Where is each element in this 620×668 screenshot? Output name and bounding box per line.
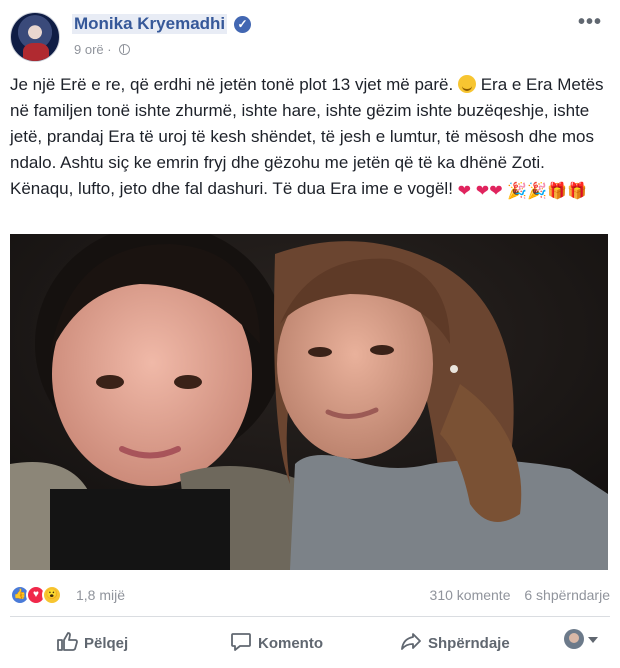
post-text: Je një Erë e re, që erdhi në jetën tonë … xyxy=(10,72,608,202)
gift-emoji-icon: 🎁 xyxy=(547,183,568,200)
heart-emoji-icon: ❤ xyxy=(475,183,490,200)
divider xyxy=(10,616,610,617)
post-meta: 9 orë · xyxy=(74,42,131,57)
like-button-label: Pëlqej xyxy=(84,635,129,652)
audience-selector[interactable] xyxy=(564,628,598,652)
comment-count[interactable]: 310 komente xyxy=(430,587,511,603)
like-button[interactable]: Pëlqej xyxy=(56,630,128,654)
facebook-post: Monika Kryemadhi ✓ 9 orë · ••• Je një Er… xyxy=(0,0,620,668)
comment-icon xyxy=(231,633,251,651)
post-photo[interactable] xyxy=(10,234,608,570)
party-popper-emoji-icon: 🎉 xyxy=(527,183,548,200)
post-text-part1: Je një Erë e re, që erdhi në jetën tonë … xyxy=(10,75,454,94)
share-icon xyxy=(401,633,421,650)
share-button-label: Shpërndaje xyxy=(428,635,510,652)
verified-icon: ✓ xyxy=(234,16,251,33)
reaction-icons[interactable]: 👍 ♥ 😮 xyxy=(10,584,72,606)
wow-reaction-icon: 😮 xyxy=(42,585,62,605)
author-name[interactable]: Monika Kryemadhi xyxy=(72,14,228,34)
viewer-avatar xyxy=(564,629,584,649)
more-options-icon[interactable]: ••• xyxy=(578,12,602,32)
like-icon xyxy=(57,632,78,651)
gift-emoji-icon: 🎁 xyxy=(567,183,588,200)
caret-down-icon xyxy=(588,637,598,643)
post-stats: 310 komente 6 shpërndarje xyxy=(420,587,610,603)
heart-emoji-icon: ❤ xyxy=(457,183,472,200)
heart-emoji-icon: ❤ xyxy=(489,183,503,200)
post-header: Monika Kryemadhi ✓ 9 orë · ••• xyxy=(10,12,610,64)
action-bar: Pëlqej Komento Shpërndaje xyxy=(10,622,610,662)
author-avatar[interactable] xyxy=(10,12,60,62)
comment-button-label: Komento xyxy=(258,635,323,652)
photo-illustration xyxy=(10,234,608,570)
reaction-count[interactable]: 1,8 mijë xyxy=(76,587,125,603)
party-popper-emoji-icon: 🎉 xyxy=(507,183,528,200)
post-timestamp[interactable]: 9 orë xyxy=(74,42,104,57)
globe-icon xyxy=(119,44,131,55)
share-count[interactable]: 6 shpërndarje xyxy=(524,587,610,603)
share-button[interactable]: Shpërndaje xyxy=(400,630,510,654)
comment-button[interactable]: Komento xyxy=(230,630,323,654)
reactions-bar: 👍 ♥ 😮 1,8 mijë 310 komente 6 shpërndarje xyxy=(10,584,610,606)
smile-emoji-icon xyxy=(457,75,476,93)
